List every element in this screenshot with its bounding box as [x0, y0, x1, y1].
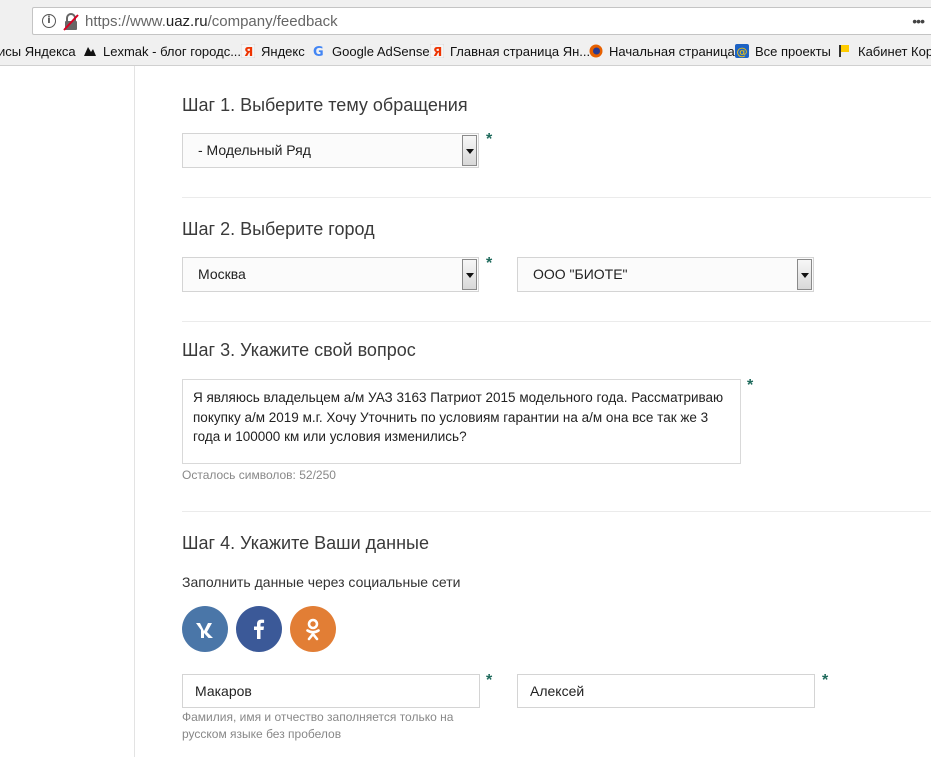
url-text[interactable]: https://www.uaz.ru/company/feedback	[85, 13, 338, 30]
yandex-flag-icon	[839, 45, 849, 57]
chevron-down-icon	[466, 149, 474, 154]
topic-select-dropdown[interactable]	[462, 135, 477, 166]
city-select-dropdown[interactable]	[462, 259, 477, 290]
odnoklassniki-icon	[306, 618, 320, 641]
insecure-lock-icon[interactable]	[63, 13, 79, 31]
step3-title: Шаг 3. Укажите свой вопрос	[182, 340, 416, 360]
last-name-input[interactable]: Макаров	[182, 674, 480, 708]
topic-select[interactable]: - Модельный Ряд	[182, 133, 479, 168]
info-icon[interactable]: i	[42, 14, 56, 28]
bookmark-item[interactable]: исы Яндекса	[0, 44, 76, 60]
step4-title: Шаг 4. Укажите Ваши данные	[182, 533, 429, 553]
yandex-icon: Я	[430, 44, 444, 58]
svg-text:G: G	[313, 45, 324, 58]
svg-text:Я: Я	[433, 45, 442, 58]
odnoklassniki-login-button[interactable]	[290, 606, 336, 652]
vk-icon	[196, 623, 213, 638]
google-icon: G	[313, 45, 324, 58]
required-mark: *	[822, 672, 829, 689]
vk-login-button[interactable]	[182, 606, 228, 652]
required-mark: *	[486, 672, 493, 689]
bookmark-item[interactable]: Я Главная страница Ян...	[430, 44, 590, 60]
question-textarea[interactable]: Я являюсь владельцем а/м УАЗ 3163 Патрио…	[182, 379, 741, 464]
browser-toolbar: i https://www.uaz.ru/company/feedback ••…	[0, 0, 931, 40]
dealer-select[interactable]: ООО "БИОТЕ"	[517, 257, 814, 292]
name-hint: Фамилия, имя и отчество заполняется толь…	[182, 710, 454, 741]
first-name-input[interactable]: Алексей	[517, 674, 815, 708]
social-login-label: Заполнить данные через социальные сети	[182, 574, 461, 590]
required-mark: *	[486, 255, 493, 272]
svg-text:Я: Я	[244, 45, 253, 58]
svg-text:@: @	[737, 46, 748, 59]
section-divider	[182, 197, 931, 198]
chevron-down-icon	[466, 273, 474, 278]
lexmak-icon	[84, 47, 96, 56]
page-actions-icon[interactable]: •••	[912, 13, 925, 29]
facebook-login-button[interactable]	[236, 606, 282, 652]
chevron-down-icon	[801, 273, 809, 278]
yandex-icon: Я	[241, 44, 255, 58]
dealer-select-dropdown[interactable]	[797, 259, 812, 290]
required-mark: *	[747, 377, 754, 394]
section-divider	[182, 321, 931, 322]
step2-title: Шаг 2. Выберите город	[182, 219, 375, 239]
step1-title: Шаг 1. Выберите тему обращения	[182, 95, 468, 115]
char-counter: Осталось символов: 52/250	[182, 468, 336, 482]
bookmark-item[interactable]: @ Все проекты	[735, 44, 831, 60]
sidebar-divider	[134, 66, 135, 757]
section-divider	[182, 511, 931, 512]
bookmark-item[interactable]: Я Яндекс	[241, 44, 305, 60]
bookmarks-bar: исы Яндекса Lexmak - блог городс... Я Янд…	[0, 40, 931, 66]
required-mark: *	[486, 131, 493, 148]
at-icon: @	[735, 44, 749, 58]
bookmark-item[interactable]: Кабинет Корп	[838, 44, 931, 60]
bookmark-item[interactable]: Lexmak - блог городс...	[83, 44, 241, 60]
city-select[interactable]: Москва	[182, 257, 479, 292]
bookmark-item[interactable]: G Google AdSense	[312, 44, 430, 60]
firefox-icon	[589, 44, 603, 58]
bookmark-item[interactable]: Начальная страница	[589, 44, 735, 60]
facebook-icon	[254, 619, 265, 639]
address-bar[interactable]: i https://www.uaz.ru/company/feedback ••…	[32, 7, 931, 35]
